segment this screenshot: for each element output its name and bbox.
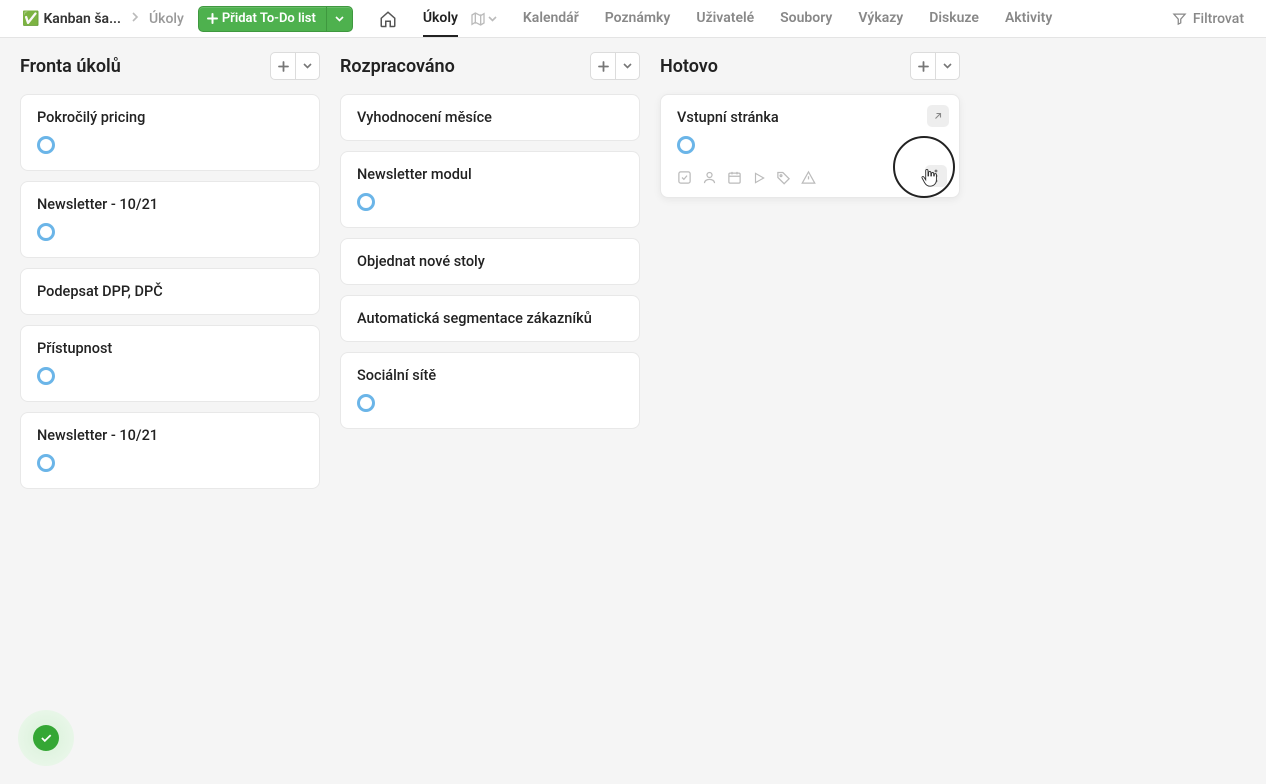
card-title: Newsletter - 10/21	[37, 427, 303, 444]
column-add-button[interactable]	[591, 53, 615, 79]
caret-down-icon	[623, 63, 632, 69]
card-title: Vyhodnocení měsíce	[357, 109, 623, 126]
column-actions	[590, 52, 640, 80]
calendar-icon[interactable]	[727, 170, 742, 185]
card-meta-row	[677, 170, 943, 185]
breadcrumb-section[interactable]: Úkoly	[149, 11, 184, 27]
column-menu-button[interactable]	[295, 53, 319, 79]
plus-icon	[207, 13, 218, 24]
tag-icon[interactable]	[776, 170, 791, 185]
kanban-card[interactable]: Podepsat DPP, DPČ	[20, 268, 320, 315]
status-fab[interactable]	[18, 710, 74, 766]
check-icon	[39, 731, 53, 745]
open-card-button[interactable]	[927, 105, 949, 127]
nav-tabs: Úkoly Kalendář Poznámky Uživatelé Soubor…	[379, 0, 1053, 37]
kanban-card[interactable]: Sociální sítě	[340, 352, 640, 429]
tab-kalendar[interactable]: Kalendář	[523, 0, 579, 37]
chevron-down-icon	[488, 16, 497, 22]
map-icon	[470, 11, 486, 27]
breadcrumb-project[interactable]: ✅ Kanban ša...	[22, 11, 121, 27]
filter-icon	[1172, 11, 1187, 26]
status-ring-icon[interactable]	[37, 223, 55, 241]
arrow-out-icon	[932, 110, 944, 122]
column-hotovo: Hotovo Vstupní stránka	[660, 52, 960, 208]
kanban-card[interactable]: Newsletter - 10/21	[20, 181, 320, 258]
plus-icon	[278, 61, 289, 72]
kanban-card[interactable]: Newsletter - 10/21	[20, 412, 320, 489]
add-todo-list-caret[interactable]	[326, 7, 352, 31]
status-ring-icon[interactable]	[37, 454, 55, 472]
tab-ukoly[interactable]: Úkoly	[423, 0, 458, 37]
card-title: Automatická segmentace zákazníků	[357, 310, 623, 327]
tab-diskuze[interactable]: Diskuze	[929, 0, 979, 37]
chevron-right-icon	[131, 11, 139, 26]
view-switch[interactable]	[470, 11, 497, 27]
column-title: Hotovo	[660, 56, 718, 77]
column-add-button[interactable]	[271, 53, 295, 79]
column-add-button[interactable]	[911, 53, 935, 79]
add-todo-list-button[interactable]: Přidat To-Do list	[198, 6, 353, 32]
tab-home[interactable]	[379, 0, 397, 37]
card-title: Vstupní stránka	[677, 109, 943, 126]
column-menu-button[interactable]	[935, 53, 959, 79]
tab-aktivity[interactable]: Aktivity	[1005, 0, 1052, 37]
caret-down-icon	[303, 63, 312, 69]
kanban-card[interactable]: Vyhodnocení měsíce	[340, 94, 640, 141]
kanban-board: Fronta úkolů Pokročilý pricing Newslette…	[0, 38, 1266, 513]
kanban-card[interactable]: Přístupnost	[20, 325, 320, 402]
project-icon: ✅	[22, 11, 39, 27]
card-title: Objednat nové stoly	[357, 253, 623, 270]
play-icon[interactable]	[752, 171, 766, 185]
project-name: Kanban ša...	[43, 11, 121, 27]
plus-icon	[918, 61, 929, 72]
column-title: Fronta úkolů	[20, 56, 121, 77]
kanban-card[interactable]: Vstupní stránka	[660, 94, 960, 198]
plus-icon	[598, 61, 609, 72]
filter-label: Filtrovat	[1193, 11, 1244, 27]
user-icon[interactable]	[702, 170, 717, 185]
card-title: Newsletter - 10/21	[37, 196, 303, 213]
status-ring-icon[interactable]	[37, 367, 55, 385]
caret-down-icon	[335, 16, 344, 22]
column-rozpracovano: Rozpracováno Vyhodnocení měsíce Newslett…	[340, 52, 640, 439]
column-fronta: Fronta úkolů Pokročilý pricing Newslette…	[20, 52, 320, 499]
filter-button[interactable]: Filtrovat	[1172, 11, 1244, 27]
card-title: Newsletter modul	[357, 166, 623, 183]
caret-down-icon	[943, 63, 952, 69]
warning-icon[interactable]	[801, 170, 816, 185]
column-menu-button[interactable]	[615, 53, 639, 79]
topbar: ✅ Kanban ša... Úkoly Přidat To-Do list Ú…	[0, 0, 1266, 38]
kanban-card[interactable]: Automatická segmentace zákazníků	[340, 295, 640, 342]
card-title: Sociální sítě	[357, 367, 623, 384]
kanban-card[interactable]: Pokročilý pricing	[20, 94, 320, 171]
card-title: Podepsat DPP, DPČ	[37, 283, 303, 300]
tab-vykazy[interactable]: Výkazy	[858, 0, 903, 37]
card-more-button[interactable]	[925, 165, 947, 187]
tab-soubory[interactable]: Soubory	[780, 0, 832, 37]
tab-poznamky[interactable]: Poznámky	[605, 0, 671, 37]
status-ring-icon[interactable]	[37, 136, 55, 154]
breadcrumb: ✅ Kanban ša... Úkoly	[22, 11, 184, 27]
status-ring-icon[interactable]	[677, 136, 695, 154]
column-title: Rozpracováno	[340, 56, 455, 77]
status-ring-icon[interactable]	[357, 394, 375, 412]
checkbox-icon[interactable]	[677, 170, 692, 185]
card-title: Přístupnost	[37, 340, 303, 357]
add-todo-list-label: Přidat To-Do list	[222, 11, 316, 26]
home-icon	[379, 10, 397, 28]
more-vertical-icon	[934, 169, 938, 183]
kanban-card[interactable]: Objednat nové stoly	[340, 238, 640, 285]
kanban-card[interactable]: Newsletter modul	[340, 151, 640, 228]
column-actions	[270, 52, 320, 80]
column-actions	[910, 52, 960, 80]
tab-uzivatele[interactable]: Uživatelé	[696, 0, 754, 37]
card-title: Pokročilý pricing	[37, 109, 303, 126]
status-ring-icon[interactable]	[357, 193, 375, 211]
